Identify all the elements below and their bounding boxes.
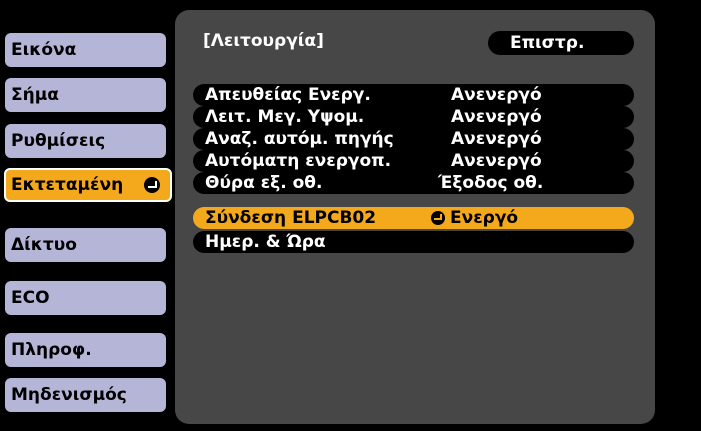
setting-label: Αυτόματη ενεργοπ. — [205, 151, 392, 171]
sidebar-item-label: ECO — [11, 288, 50, 308]
sidebar-item-label: Πληροφ. — [11, 340, 92, 360]
setting-label: Απευθείας Ενεργ. — [205, 85, 371, 105]
setting-value: Ανενεργό — [451, 151, 542, 171]
setting-row-monitor-out-port[interactable]: Θύρα εξ. οθ. Έξοδος οθ. — [193, 172, 634, 194]
setting-row-auto-power-on[interactable]: Αυτόματη ενεργοπ. Ανενεργό — [193, 150, 634, 172]
setting-value: Ανενεργό — [451, 85, 542, 105]
sidebar-item-extended[interactable]: Εκτεταμένη — [4, 168, 172, 202]
sidebar-item-label: Μηδενισμός — [11, 385, 127, 405]
setting-value: Ενεργό — [450, 208, 519, 228]
setting-row-direct-power-on[interactable]: Απευθείας Ενεργ. Ανενεργό — [193, 84, 634, 106]
setting-value: Έξοδος οθ. — [438, 173, 544, 193]
setting-row-high-altitude-mode[interactable]: Λειτ. Μεγ. Υψομ. Ανενεργό — [193, 106, 634, 128]
setting-value: Ανενεργό — [451, 129, 542, 149]
setting-label: Σύνδεση ELPCB02 — [205, 208, 377, 228]
setting-row-elpcb02-connection[interactable]: Σύνδεση ELPCB02 Ενεργό — [193, 207, 634, 229]
setting-label: Λειτ. Μεγ. Υψομ. — [205, 107, 365, 127]
back-button[interactable]: Επιστρ. — [488, 31, 634, 55]
setting-row-auto-source-search[interactable]: Αναζ. αυτόμ. πηγής Ανενεργό — [193, 128, 634, 150]
sidebar-item-label: Σήμα — [11, 85, 59, 105]
setting-label: Ημερ. & Ώρα — [205, 232, 326, 252]
sidebar-item-info[interactable]: Πληροφ. — [5, 333, 166, 367]
page-title: [Λειτουργία] — [203, 31, 324, 51]
enter-icon — [144, 177, 160, 193]
setting-row-date-time[interactable]: Ημερ. & Ώρα — [193, 231, 634, 253]
sidebar-menu: Εικόνα Σήμα Ρυθμίσεις Εκτεταμένη Δίκτυο … — [0, 0, 175, 431]
sidebar-item-image[interactable]: Εικόνα — [5, 33, 166, 67]
sidebar-item-label: Εικόνα — [11, 40, 77, 60]
sidebar-item-eco[interactable]: ECO — [5, 281, 166, 315]
sidebar-item-label: Δίκτυο — [11, 235, 77, 255]
sidebar-item-reset[interactable]: Μηδενισμός — [5, 378, 166, 412]
enter-icon — [431, 211, 445, 225]
sidebar-item-network[interactable]: Δίκτυο — [5, 228, 166, 262]
sidebar-item-settings[interactable]: Ρυθμίσεις — [5, 124, 166, 158]
sidebar-item-label: Εκτεταμένη — [11, 175, 124, 195]
sidebar-item-signal[interactable]: Σήμα — [5, 78, 166, 112]
setting-label: Θύρα εξ. οθ. — [205, 173, 323, 193]
sidebar-item-label: Ρυθμίσεις — [11, 131, 106, 151]
setting-value: Ανενεργό — [451, 107, 542, 127]
setting-label: Αναζ. αυτόμ. πηγής — [205, 129, 394, 149]
